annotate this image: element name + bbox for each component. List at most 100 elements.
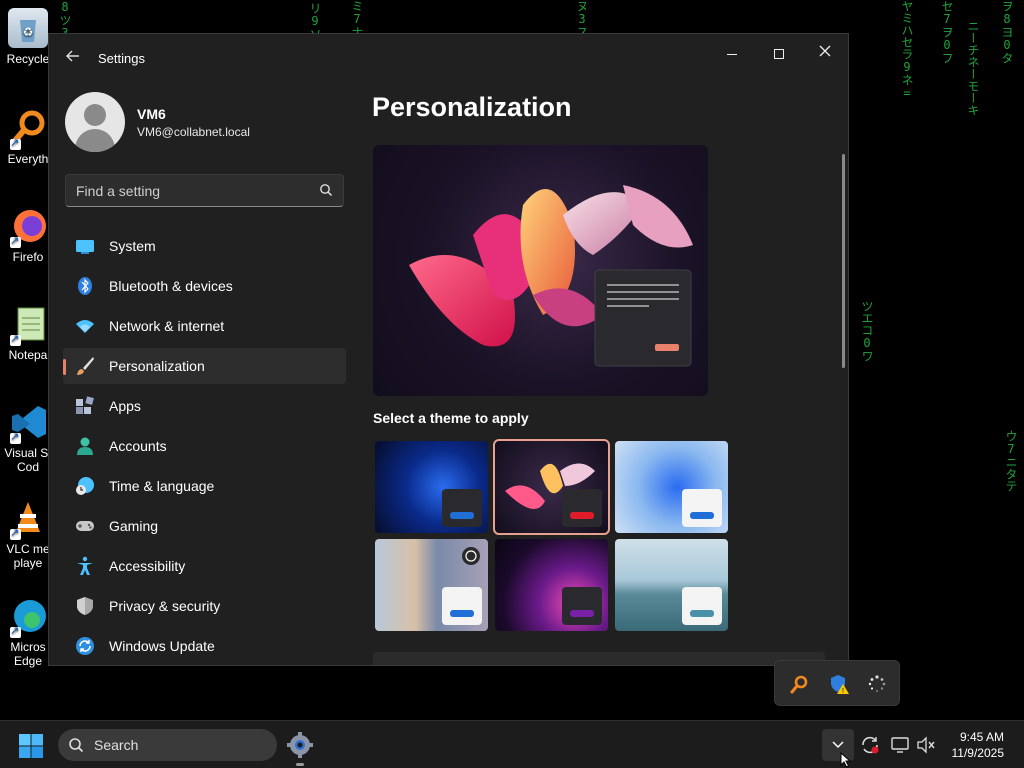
taskbar-search[interactable]: Search — [58, 729, 277, 761]
sidebar-item-gaming[interactable]: Gaming — [63, 508, 346, 544]
sidebar-item-bluetooth[interactable]: Bluetooth & devices — [63, 268, 346, 304]
themes-section-label: Select a theme to apply — [373, 410, 529, 426]
edge-icon — [8, 596, 48, 638]
notepad-icon — [8, 304, 48, 346]
mouse-cursor-icon — [840, 752, 852, 768]
sidebar-item-accessibility[interactable]: Accessibility — [63, 548, 346, 584]
close-icon — [819, 45, 831, 57]
running-indicator — [296, 763, 304, 766]
window-title: Settings — [98, 51, 145, 66]
sidebar-item-system[interactable]: System — [63, 228, 346, 264]
theme-tile[interactable] — [375, 539, 488, 631]
tray-overflow-popup: ! — [774, 660, 900, 706]
theme-tile-selected[interactable] — [493, 439, 610, 535]
theme-window-preview — [442, 587, 482, 625]
sidebar-item-label: Accessibility — [109, 558, 186, 574]
matrix-column: セ7ヲ0フ — [940, 0, 954, 64]
brush-icon — [77, 357, 94, 375]
sidebar-item-personalization[interactable]: Personalization — [63, 348, 346, 384]
sidebar-item-label: Network & internet — [109, 318, 225, 334]
taskbar: Search 9:45 AM 11/9/2025 — [0, 720, 1024, 768]
globe-clock-icon — [76, 477, 94, 495]
volume-mute-icon[interactable] — [916, 735, 936, 755]
sidebar-item-label: Time & language — [109, 478, 215, 494]
shortcut-arrow-icon — [10, 624, 21, 638]
defender-warning-icon[interactable]: ! — [829, 674, 849, 694]
bloom-wallpaper-image — [409, 185, 693, 367]
camera-motion-icon — [462, 547, 480, 565]
matrix-column: ウ7ニタテ — [1004, 430, 1018, 492]
firefox-icon — [8, 206, 48, 248]
theme-tile[interactable] — [495, 539, 608, 631]
search-icon — [69, 738, 84, 753]
theme-tile[interactable] — [615, 539, 728, 631]
theme-window-preview — [682, 489, 722, 527]
settings-window: Settings VM6 VM6@collabnet.local System … — [48, 33, 849, 666]
sidebar-item-windows-update[interactable]: Windows Update — [63, 628, 346, 664]
user-email: VM6@collabnet.local — [137, 125, 250, 139]
everything-icon[interactable] — [789, 674, 809, 694]
sidebar-item-label: Personalization — [109, 358, 205, 374]
clock-date: 11/9/2025 — [951, 746, 1005, 760]
theme-tile[interactable] — [375, 441, 488, 533]
vlc-icon — [8, 498, 48, 540]
sidebar-item-accounts[interactable]: Accounts — [63, 428, 346, 464]
back-button[interactable] — [63, 48, 83, 68]
network-icon[interactable] — [890, 735, 910, 755]
sidebar-item-time-language[interactable]: Time & language — [63, 468, 346, 504]
theme-window-preview — [442, 489, 482, 527]
avatar[interactable] — [65, 92, 125, 152]
sidebar-item-network[interactable]: Network & internet — [63, 308, 346, 344]
chevron-down-icon — [832, 741, 844, 749]
matrix-column: ニーチネーモーキ — [966, 20, 980, 116]
title-bar[interactable]: Settings — [49, 34, 848, 82]
svg-text:♻: ♻ — [23, 25, 34, 39]
shortcut-arrow-icon — [10, 526, 21, 540]
wifi-icon — [76, 320, 94, 333]
recycle-bin-icon: ♻ — [8, 8, 48, 48]
start-button[interactable] — [18, 733, 44, 759]
matrix-column: ツエコ0ワ — [860, 300, 874, 362]
shortcut-arrow-icon — [10, 332, 21, 346]
vscode-icon — [8, 402, 48, 444]
loading-icon[interactable] — [867, 674, 887, 694]
sidebar-item-label: Accounts — [109, 438, 167, 454]
everything-search-icon — [8, 108, 48, 150]
system-icon — [76, 240, 94, 254]
theme-settings-card[interactable] — [373, 652, 825, 665]
shortcut-arrow-icon — [10, 430, 21, 444]
scrollbar-thumb[interactable] — [842, 154, 845, 368]
theme-tile[interactable] — [615, 441, 728, 533]
search-icon[interactable] — [319, 183, 333, 197]
sidebar-item-label: Apps — [109, 398, 141, 414]
sidebar-item-label: System — [109, 238, 156, 254]
matrix-column: ヤミハセラ9ネ= — [900, 0, 914, 100]
clock-time: 9:45 AM — [959, 730, 1004, 744]
minimize-button[interactable] — [709, 38, 755, 68]
theme-window-preview — [562, 587, 602, 625]
sidebar-item-label: Windows Update — [109, 638, 215, 654]
sidebar-item-apps[interactable]: Apps — [63, 388, 346, 424]
account-icon — [77, 437, 93, 455]
theme-window-preview — [682, 587, 722, 625]
maximize-button[interactable] — [756, 38, 802, 68]
find-setting-search[interactable] — [65, 174, 344, 207]
sync-icon[interactable] — [860, 735, 880, 755]
search-input[interactable] — [76, 175, 306, 206]
theme-preview — [373, 145, 708, 396]
bluetooth-icon — [78, 277, 92, 295]
system-clock[interactable]: 9:45 AM 11/9/2025 — [952, 729, 1005, 761]
page-title: Personalization — [372, 92, 572, 122]
sidebar-item-privacy[interactable]: Privacy & security — [63, 588, 346, 624]
sidebar-item-label: Privacy & security — [109, 598, 221, 614]
update-icon — [76, 637, 94, 655]
settings-app-icon[interactable] — [286, 731, 314, 759]
close-button[interactable] — [802, 38, 848, 68]
matrix-column: ヲ8ヨ0タ — [1000, 0, 1014, 64]
theme-window-preview — [562, 489, 602, 527]
gamepad-icon — [76, 521, 94, 531]
shortcut-arrow-icon — [10, 234, 21, 248]
svg-text:!: ! — [842, 688, 844, 694]
arrow-left-icon — [66, 50, 79, 62]
minimize-icon — [727, 53, 737, 55]
